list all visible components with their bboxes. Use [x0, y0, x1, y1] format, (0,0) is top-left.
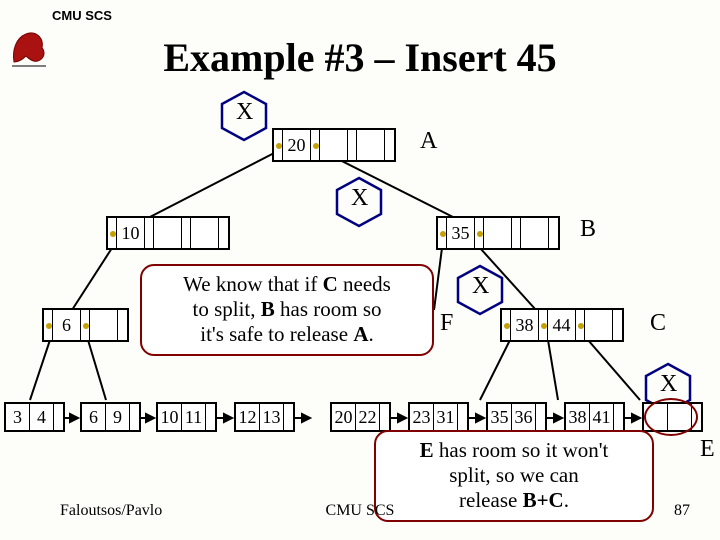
leaf3-k1: 11 — [182, 404, 206, 430]
leaf6-k1: 31 — [434, 404, 458, 430]
leaf4-k0: 12 — [236, 404, 260, 430]
ptr — [614, 404, 623, 430]
node-l2-left: 6 — [42, 308, 129, 342]
root-key-1 — [320, 130, 348, 160]
l1b-key-0: 35 — [447, 218, 475, 248]
l1b-key-2 — [521, 218, 549, 248]
ptr — [206, 404, 215, 430]
leaf6-k0: 23 — [410, 404, 434, 430]
callout-release-a: We know that if C needs to split, B has … — [140, 264, 434, 356]
c1-l1-b: C — [323, 272, 338, 296]
leaf4-k1: 13 — [260, 404, 284, 430]
ptr — [348, 130, 357, 160]
c1-l2-post: has room so — [275, 297, 382, 321]
lock-x-e: X — [660, 371, 677, 398]
ptr — [54, 404, 63, 430]
ptr — [549, 218, 558, 248]
leaf-4: 12 13 — [234, 402, 295, 432]
lock-x-c: X — [472, 273, 489, 300]
ptr — [475, 218, 484, 248]
target-ellipse — [644, 398, 698, 436]
ptr — [108, 218, 117, 248]
ptr — [130, 404, 139, 430]
l2c-key-2 — [585, 310, 613, 340]
l1a-key-2 — [191, 218, 219, 248]
footer-center: CMU SCS — [0, 502, 720, 520]
leaf1-k0: 3 — [6, 404, 30, 430]
marker-b: B — [580, 216, 596, 243]
l2a-key-1 — [90, 310, 118, 340]
c2-l1-post: has room so it won't — [434, 438, 609, 462]
page-title: Example #3 – Insert 45 — [0, 34, 720, 81]
c1-l3-b: A — [353, 322, 368, 346]
c1-l2-pre: to split, — [192, 297, 260, 321]
leaf2-k1: 9 — [106, 404, 130, 430]
leaf2-k0: 6 — [82, 404, 106, 430]
footer-page: 87 — [674, 502, 690, 520]
root-key-0: 20 — [283, 130, 311, 160]
ptr — [539, 310, 548, 340]
marker-a: A — [420, 128, 437, 155]
ptr — [438, 218, 447, 248]
leaf1-k1: 4 — [30, 404, 54, 430]
ptr — [458, 404, 467, 430]
leaf-6: 23 31 — [408, 402, 469, 432]
leaf-5: 20 22 — [330, 402, 391, 432]
l2c-key-1: 44 — [548, 310, 576, 340]
ptr — [512, 218, 521, 248]
lock-x-a: X — [236, 99, 253, 126]
marker-c: C — [650, 310, 666, 337]
l1a-key-0: 10 — [117, 218, 145, 248]
ptr — [182, 218, 191, 248]
node-l2-right: 38 44 — [500, 308, 624, 342]
c1-l3-post: . — [368, 322, 373, 346]
c2-l2: split, so we can — [449, 463, 578, 487]
leaf-2: 6 9 — [80, 402, 141, 432]
ptr — [502, 310, 511, 340]
ptr — [576, 310, 585, 340]
lock-x-b: X — [351, 185, 368, 212]
ptr — [274, 130, 283, 160]
ptr — [385, 130, 394, 160]
node-l1-left: 10 — [106, 216, 230, 250]
node-l1-right: 35 — [436, 216, 560, 250]
leaf7-k1: 36 — [512, 404, 536, 430]
marker-e: E — [700, 436, 715, 463]
leaf-3: 10 11 — [156, 402, 217, 432]
c1-l3-pre: it's safe to release — [200, 322, 353, 346]
leaf3-k0: 10 — [158, 404, 182, 430]
leaf-8: 38 41 — [564, 402, 625, 432]
marker-f: F — [440, 310, 453, 337]
leaf-1: 3 4 — [4, 402, 65, 432]
root-key-2 — [357, 130, 385, 160]
l1b-key-1 — [484, 218, 512, 248]
leaf8-k1: 41 — [590, 404, 614, 430]
c2-l1-b: E — [420, 438, 434, 462]
ptr — [284, 404, 293, 430]
l2c-key-0: 38 — [511, 310, 539, 340]
ptr — [380, 404, 389, 430]
c1-l2-b: B — [261, 297, 275, 321]
l2a-key-0: 6 — [53, 310, 81, 340]
ptr — [81, 310, 90, 340]
ptr — [219, 218, 228, 248]
leaf5-k0: 20 — [332, 404, 356, 430]
ptr — [536, 404, 545, 430]
ptr — [145, 218, 154, 248]
ptr — [118, 310, 127, 340]
ptr — [613, 310, 622, 340]
leaf7-k0: 35 — [488, 404, 512, 430]
ptr — [311, 130, 320, 160]
leaf8-k0: 38 — [566, 404, 590, 430]
leaf-7: 35 36 — [486, 402, 547, 432]
ptr — [44, 310, 53, 340]
leaf5-k1: 22 — [356, 404, 380, 430]
node-root: 20 — [272, 128, 396, 162]
header-org: CMU SCS — [52, 8, 112, 23]
l1a-key-1 — [154, 218, 182, 248]
c1-l1-post: needs — [338, 272, 391, 296]
c1-l1-pre: We know that if — [183, 272, 322, 296]
